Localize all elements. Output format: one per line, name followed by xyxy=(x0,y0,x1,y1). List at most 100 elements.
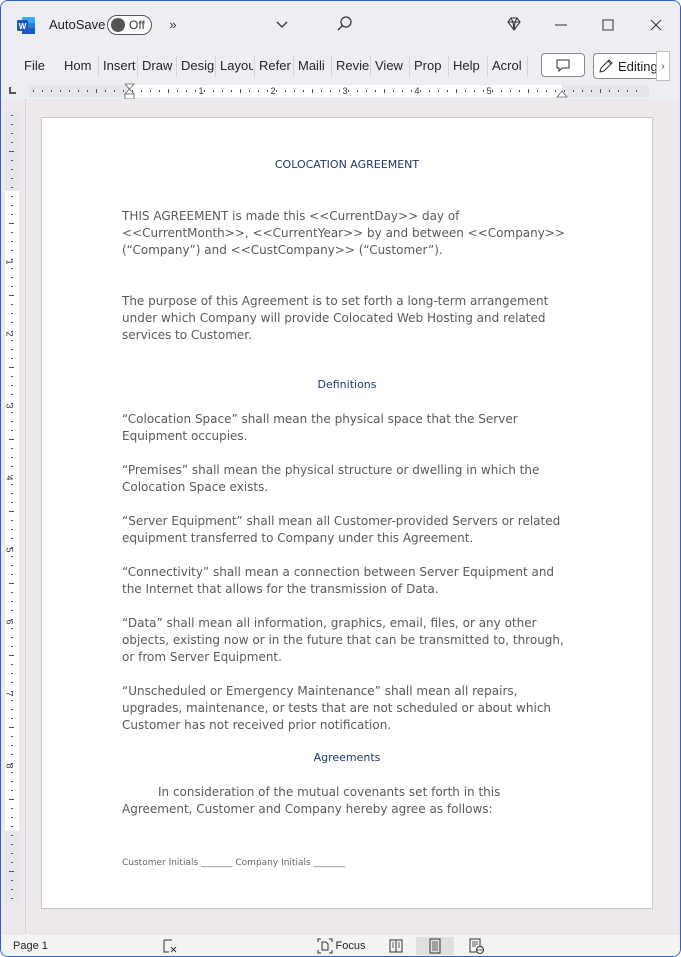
minimize-icon[interactable] xyxy=(546,11,576,39)
vertical-ruler[interactable]: 1 2 3 4 5 6 7 8 xyxy=(5,111,19,901)
right-indent-marker-icon[interactable] xyxy=(556,90,568,98)
proofing-icon[interactable] xyxy=(161,937,179,955)
ruler-tick xyxy=(582,90,583,92)
ruler-tick xyxy=(11,898,13,899)
tab-view[interactable]: View xyxy=(375,57,406,75)
ruler-tick xyxy=(11,673,13,674)
tab-layout[interactable]: Layou xyxy=(220,57,253,75)
definition-item: “Data” shall mean all information, graph… xyxy=(122,616,564,664)
ruler-number: 2 xyxy=(270,86,276,96)
ruler-tick xyxy=(9,655,14,656)
ruler-tick xyxy=(303,90,304,92)
autosave-toggle[interactable]: Off xyxy=(107,15,152,35)
ruler-tick xyxy=(312,89,313,93)
tab-separator xyxy=(370,55,371,77)
ruler-tick xyxy=(339,90,340,92)
ruler-tick xyxy=(11,196,13,197)
tab-review[interactable]: Revie xyxy=(336,57,369,75)
ruler-tick xyxy=(11,466,13,467)
ruler-tick xyxy=(11,592,13,593)
document-page[interactable]: COLOCATION AGREEMENT THIS AGREEMENT is m… xyxy=(41,117,653,909)
ruler-tick xyxy=(11,529,13,530)
tab-properties[interactable]: Prop xyxy=(414,57,445,75)
tab-acrobat[interactable]: Acrol xyxy=(492,57,524,75)
tab-separator xyxy=(527,55,528,77)
ruler-tick xyxy=(438,90,439,92)
ruler-tick xyxy=(9,511,14,512)
ribbon-scroll-button[interactable]: › xyxy=(656,51,670,81)
definition-item: “Connectivity” shall mean a connection b… xyxy=(122,565,555,596)
ruler-tick xyxy=(9,727,14,728)
document-title: COLOCATION AGREEMENT xyxy=(274,158,420,171)
ruler-tick xyxy=(11,538,13,539)
comments-button[interactable] xyxy=(541,53,585,77)
ruler-tick xyxy=(11,718,13,719)
word-logo-icon: W xyxy=(17,17,35,34)
tab-help[interactable]: Help xyxy=(453,57,483,75)
ruler-tick xyxy=(11,394,13,395)
ruler-tick xyxy=(294,90,295,92)
tab-separator xyxy=(215,55,216,77)
ruler-tick xyxy=(11,556,13,557)
ruler-tick xyxy=(411,90,412,92)
agreements-heading: Agreements xyxy=(313,751,381,764)
ruler-tick xyxy=(456,89,457,93)
purpose-paragraph: The purpose of this Agreement is to set … xyxy=(122,294,549,342)
ruler-tick xyxy=(11,313,13,314)
tab-mailings[interactable]: Maili xyxy=(298,57,329,75)
focus-button[interactable]: Focus xyxy=(315,937,367,955)
tab-file[interactable]: File xyxy=(24,57,46,75)
tab-design[interactable]: Desig xyxy=(181,57,214,75)
horizontal-ruler[interactable]: 1 2 3 4 5 xyxy=(29,83,649,100)
ruler-tick xyxy=(9,799,14,800)
chevron-down-icon[interactable] xyxy=(267,11,297,39)
ruler-tick xyxy=(11,124,13,125)
diamond-icon[interactable] xyxy=(499,11,529,39)
maximize-icon[interactable] xyxy=(593,11,623,39)
ruler-tick xyxy=(9,151,14,152)
tab-separator xyxy=(487,55,488,77)
ruler-tick xyxy=(11,430,13,431)
ruler-tick xyxy=(11,133,13,134)
ruler-tick xyxy=(11,601,13,602)
tab-references[interactable]: Refer xyxy=(259,57,292,75)
ruler-tick xyxy=(11,664,13,665)
ruler-tick xyxy=(447,90,448,92)
ruler-tick xyxy=(9,583,14,584)
editing-label: Editing xyxy=(618,58,658,74)
ruler-number: 2 xyxy=(4,331,15,337)
ruler-tick xyxy=(240,89,241,93)
ruler-tick xyxy=(519,90,520,92)
tab-stop-selector[interactable] xyxy=(9,87,16,94)
ruler-tick xyxy=(204,90,205,92)
tab-home[interactable]: Hom xyxy=(64,57,95,75)
ruler-tick xyxy=(11,277,13,278)
ruler-tick xyxy=(11,115,13,116)
page-indicator[interactable]: Page 1 xyxy=(13,940,48,952)
ruler-number: 1 xyxy=(4,259,15,265)
ruler-tick xyxy=(186,90,187,92)
autosave-label: AutoSave xyxy=(49,17,106,32)
print-layout-icon[interactable] xyxy=(416,937,454,955)
overflow-icon[interactable]: » xyxy=(165,15,181,35)
read-mode-icon[interactable] xyxy=(387,937,405,955)
ruler-tick xyxy=(330,90,331,92)
ruler-tick xyxy=(33,90,34,92)
ruler-tick xyxy=(177,90,178,92)
editing-mode-button[interactable]: Editing xyxy=(593,53,663,79)
ruler-tick xyxy=(11,484,13,485)
ruler-tick xyxy=(11,628,13,629)
ruler-number: 5 xyxy=(4,547,15,553)
web-layout-icon[interactable] xyxy=(467,937,485,955)
ruler-tick xyxy=(11,826,13,827)
ruler-tick xyxy=(9,295,14,296)
tab-insert[interactable]: Insert xyxy=(103,57,136,75)
close-icon[interactable] xyxy=(641,11,671,39)
ruler-tick xyxy=(483,90,484,92)
ruler-number: 8 xyxy=(4,763,15,769)
ruler-tick xyxy=(591,90,592,92)
tab-draw[interactable]: Draw xyxy=(142,57,175,75)
tab-separator xyxy=(137,55,138,77)
search-icon[interactable] xyxy=(329,11,359,39)
status-bar: Page 1 Focus xyxy=(1,933,680,956)
